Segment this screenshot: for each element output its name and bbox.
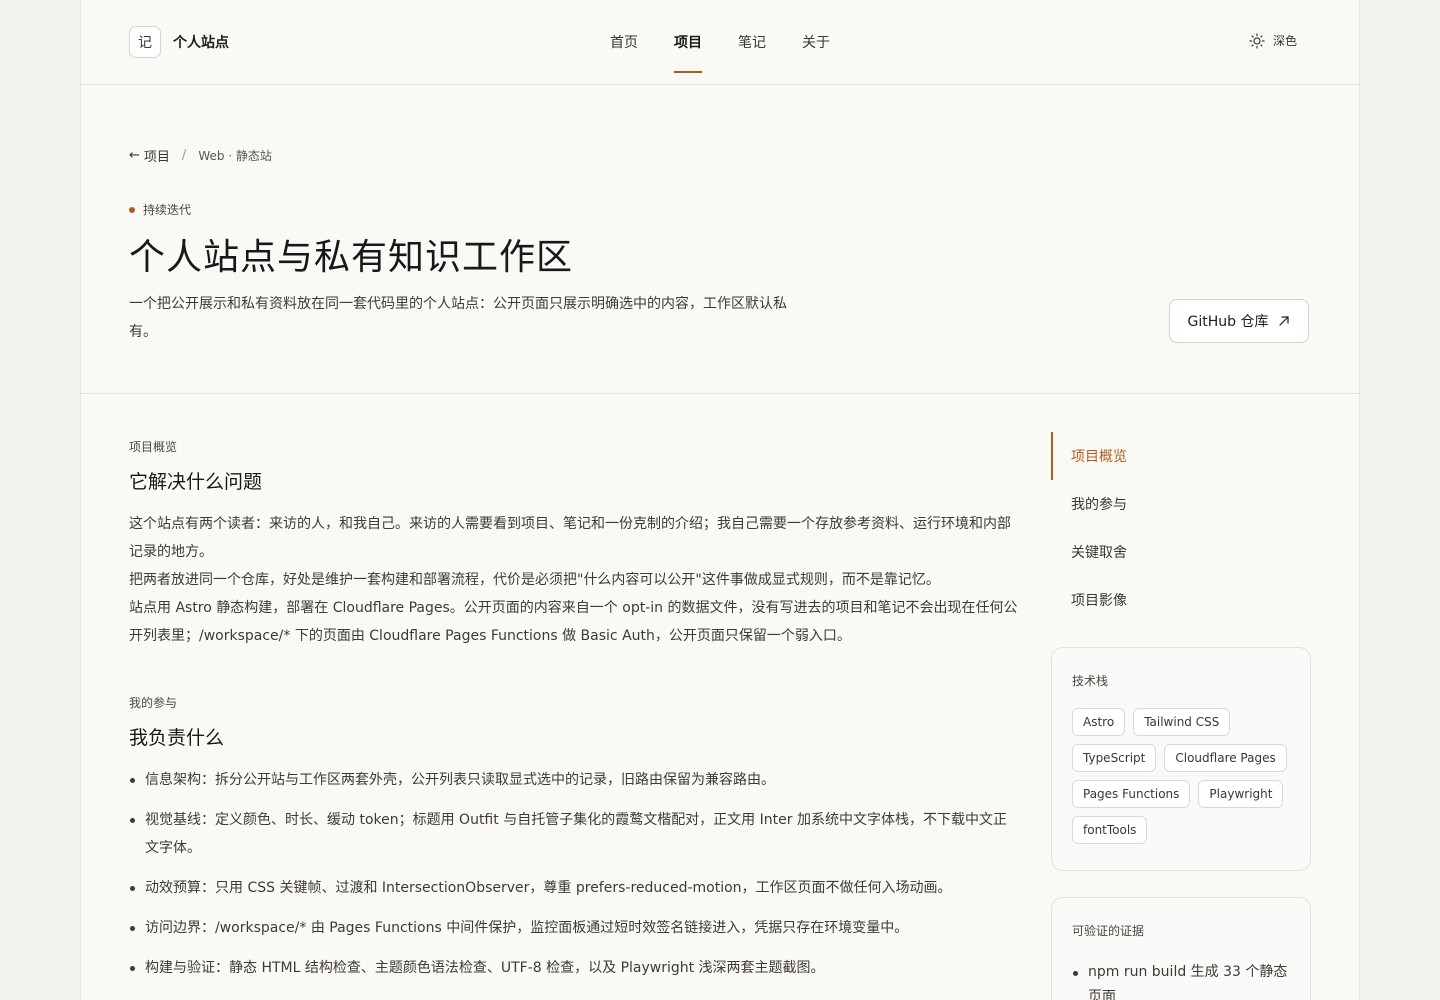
- overview-paragraph: 这个站点有两个读者：来访的人，和我自己。来访的人需要看到项目、笔记和一份克制的介…: [129, 516, 1011, 560]
- role-list: 信息架构：拆分公开站与工作区两套外壳，公开列表只读取显式选中的记录，旧路由保留为…: [129, 766, 1019, 994]
- tech-chip: Pages Functions: [1072, 780, 1191, 808]
- overview-paragraph: 把两者放进同一个仓库，好处是维护一套构建和部署流程，代价是必须把"什么内容可以公…: [129, 572, 940, 588]
- page-intro: 一个把公开展示和私有资料放在同一套代码里的个人站点：公开页面只展示明确选中的内容…: [129, 296, 787, 340]
- tech-chip: Astro: [1072, 708, 1126, 736]
- tech-stack-card: 技术栈 Astro Tailwind CSS TypeScript Cloudf…: [1051, 647, 1311, 871]
- main-nav: 首页 项目 笔记 关于: [610, 32, 830, 73]
- toc-item-tradeoffs[interactable]: 关键取舍: [1051, 528, 1311, 576]
- list-item: 动效预算：只用 CSS 关键帧、过渡和 IntersectionObserver…: [129, 874, 1019, 902]
- list-item: 视觉基线：定义颜色、时长、缓动 token；标题用 Outfit 与自托管子集化…: [129, 806, 1019, 862]
- role-title: 我负责什么: [129, 727, 225, 749]
- tech-stack-list: Astro Tailwind CSS TypeScript Cloudflare…: [1072, 708, 1297, 844]
- external-link-icon: [1279, 316, 1290, 326]
- breadcrumb-separator: /: [181, 148, 187, 163]
- tech-chip: Tailwind CSS: [1133, 708, 1231, 736]
- evidence-list: npm run build 生成 33 个静态页面: [1072, 960, 1292, 1000]
- hero-divider: [81, 393, 1359, 394]
- role-label: 我的参与: [129, 696, 178, 710]
- evidence-card: 可验证的证据 npm run build 生成 33 个静态页面: [1051, 897, 1311, 1000]
- overview-title: 它解决什么问题: [129, 471, 263, 493]
- tech-chip: Playwright: [1198, 780, 1284, 808]
- github-repo-button[interactable]: GitHub 仓库: [1169, 299, 1309, 343]
- site-header: 记 个人站点 首页 项目 笔记 关于 深色: [81, 0, 1359, 85]
- breadcrumb: ← 项目 / Web · 静态站: [129, 146, 272, 165]
- tech-chip: Cloudflare Pages: [1164, 744, 1287, 772]
- arrow-left-icon[interactable]: ←: [129, 148, 140, 163]
- breadcrumb-current: Web · 静态站: [198, 149, 272, 163]
- toc-item-gallery[interactable]: 项目影像: [1051, 576, 1311, 624]
- table-of-contents: 项目概览 我的参与 关键取舍 项目影像: [1051, 432, 1311, 624]
- overview-paragraph: 站点用 Astro 静态构建，部署在 Cloudflare Pages。公开页面…: [129, 600, 1018, 644]
- status-badge: 持续迭代: [129, 201, 191, 218]
- status-dot-icon: [129, 206, 135, 213]
- github-repo-label: GitHub 仓库: [1187, 314, 1269, 330]
- nav-projects[interactable]: 项目: [674, 32, 702, 73]
- nav-about[interactable]: 关于: [802, 32, 830, 52]
- list-item: 构建与验证：静态 HTML 结构检查、主题颜色语法检查、UTF-8 检查，以及 …: [129, 954, 1019, 982]
- page-title: 个人站点与私有知识工作区: [129, 237, 574, 278]
- breadcrumb-back[interactable]: 项目: [144, 146, 170, 165]
- tech-chip: fontTools: [1072, 816, 1148, 844]
- status-text: 持续迭代: [143, 203, 192, 217]
- toc-item-role[interactable]: 我的参与: [1051, 480, 1311, 528]
- page: 记 个人站点 首页 项目 笔记 关于 深色 ← 项目 / Web · 静态站 持…: [80, 0, 1360, 1000]
- sun-icon: [1249, 32, 1265, 49]
- list-item: 访问边界：/workspace/* 由 Pages Functions 中间件保…: [129, 914, 1019, 942]
- toc-item-overview[interactable]: 项目概览: [1051, 432, 1311, 480]
- tech-stack-title: 技术栈: [1072, 674, 1109, 688]
- list-item: npm run build 生成 33 个静态页面: [1072, 960, 1292, 1000]
- theme-label: 深色: [1273, 34, 1298, 48]
- site-logo[interactable]: 记: [129, 26, 161, 58]
- theme-toggle[interactable]: 深色: [1249, 32, 1297, 49]
- overview-label: 项目概览: [129, 440, 178, 454]
- tech-chip: TypeScript: [1072, 744, 1157, 772]
- nav-notes[interactable]: 笔记: [738, 32, 766, 52]
- site-name[interactable]: 个人站点: [173, 32, 229, 52]
- nav-home[interactable]: 首页: [610, 32, 638, 52]
- list-item: 信息架构：拆分公开站与工作区两套外壳，公开列表只读取显式选中的记录，旧路由保留为…: [129, 766, 1019, 794]
- evidence-title: 可验证的证据: [1072, 924, 1145, 938]
